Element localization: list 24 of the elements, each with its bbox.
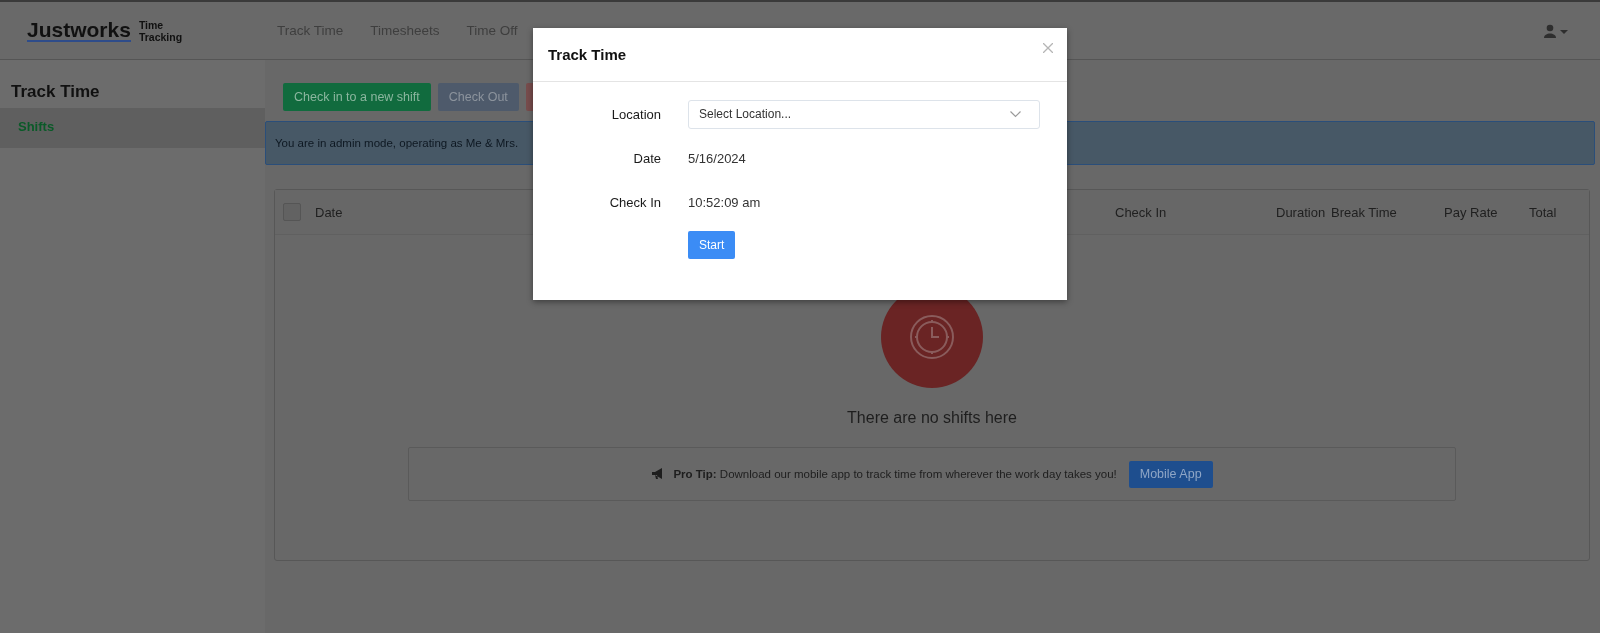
field-label: Date <box>632 150 661 166</box>
user-menu-icon[interactable] <box>1544 23 1570 38</box>
mobile-app-button[interactable]: Mobile App <box>1128 460 1213 488</box>
logo-wordmark[interactable]: Justworks <box>27 19 131 42</box>
field-label: Check In <box>608 194 661 210</box>
close-icon[interactable] <box>1043 42 1053 53</box>
dialog-title: Track Time <box>548 46 627 63</box>
field-label: Location <box>610 106 661 122</box>
product-name: Time Tracking <box>138 18 184 43</box>
column-header[interactable]: Date <box>315 204 343 220</box>
chevron-down-icon <box>1010 110 1021 118</box>
column-header[interactable]: Check In <box>1115 204 1167 220</box>
check-in-button[interactable]: Check in to a new shift <box>283 83 431 111</box>
column-header[interactable]: Duration <box>1276 204 1326 220</box>
location-select[interactable]: Select Location... <box>688 99 1040 129</box>
pro-tip-text: Pro Tip: Download our mobile app to track time from wherever the work day takes you! <box>673 468 1117 480</box>
column-header[interactable]: Break Time <box>1331 204 1397 220</box>
sidebar-title: Track Time <box>10 81 101 103</box>
empty-state-message: There are no shifts here <box>847 409 1017 427</box>
column-header[interactable]: Total <box>1529 204 1557 220</box>
start-button[interactable]: Start <box>688 231 736 259</box>
field-value: 10:52:09 am <box>688 194 761 210</box>
column-header[interactable]: Pay Rate <box>1444 204 1498 220</box>
field-value: 5/16/2024 <box>688 150 746 166</box>
